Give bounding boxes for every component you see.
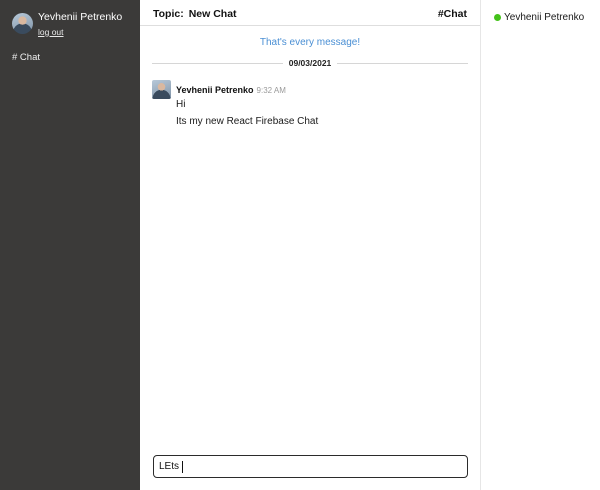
- user-info: Yevhenii Petrenko log out: [38, 11, 122, 39]
- message-text: Hi: [176, 99, 186, 110]
- channel-name: #Chat: [437, 8, 467, 20]
- topic-title: New Chat: [188, 8, 237, 20]
- message-time: 9:32 AM: [256, 86, 286, 95]
- current-user: Yevhenii Petrenko log out: [12, 11, 122, 39]
- message-text: Its my new React Firebase Chat: [176, 116, 319, 127]
- chat-topic: Topic: New Chat: [153, 8, 237, 20]
- message-author: Yevhenii Petrenko: [176, 85, 254, 95]
- member-name: Yevhenii Petrenko: [504, 12, 585, 23]
- message-header: Yevhenii Petrenko 9:32 AM: [176, 81, 318, 97]
- divider-line-left: [152, 62, 283, 64]
- left-sidebar: Yevhenii Petrenko log out # Chat: [0, 0, 140, 490]
- message-input[interactable]: LEts: [153, 455, 468, 478]
- members-panel: Yevhenii Petrenko: [481, 0, 600, 490]
- date-label: 09/03/2021: [288, 58, 332, 68]
- logout-link[interactable]: log out: [38, 27, 64, 37]
- divider-line-right: [337, 62, 469, 64]
- message-body: Yevhenii Petrenko 9:32 AM Hi Its my new R…: [176, 80, 318, 127]
- message-item: Yevhenii Petrenko 9:32 AM Hi Its my new R…: [152, 80, 468, 127]
- sidebar-item-chat[interactable]: # Chat: [12, 52, 40, 63]
- message-avatar: [152, 80, 171, 99]
- topic-prefix: Topic:: [153, 8, 184, 20]
- chat-header: Topic: New Chat #Chat: [140, 0, 480, 26]
- text-caret: [182, 460, 184, 473]
- online-status-icon: [494, 14, 501, 21]
- member-item: Yevhenii Petrenko: [494, 12, 584, 23]
- chat-app: Yevhenii Petrenko log out # Chat Topic: N…: [0, 0, 600, 490]
- chat-main: Topic: New Chat #Chat That's every messag…: [140, 0, 481, 490]
- user-name: Yevhenii Petrenko: [38, 11, 123, 23]
- history-end-notice: That's every message!: [259, 37, 361, 48]
- user-avatar: [12, 13, 33, 34]
- message-input-value: LEts: [159, 461, 180, 472]
- date-divider: 09/03/2021: [152, 57, 469, 69]
